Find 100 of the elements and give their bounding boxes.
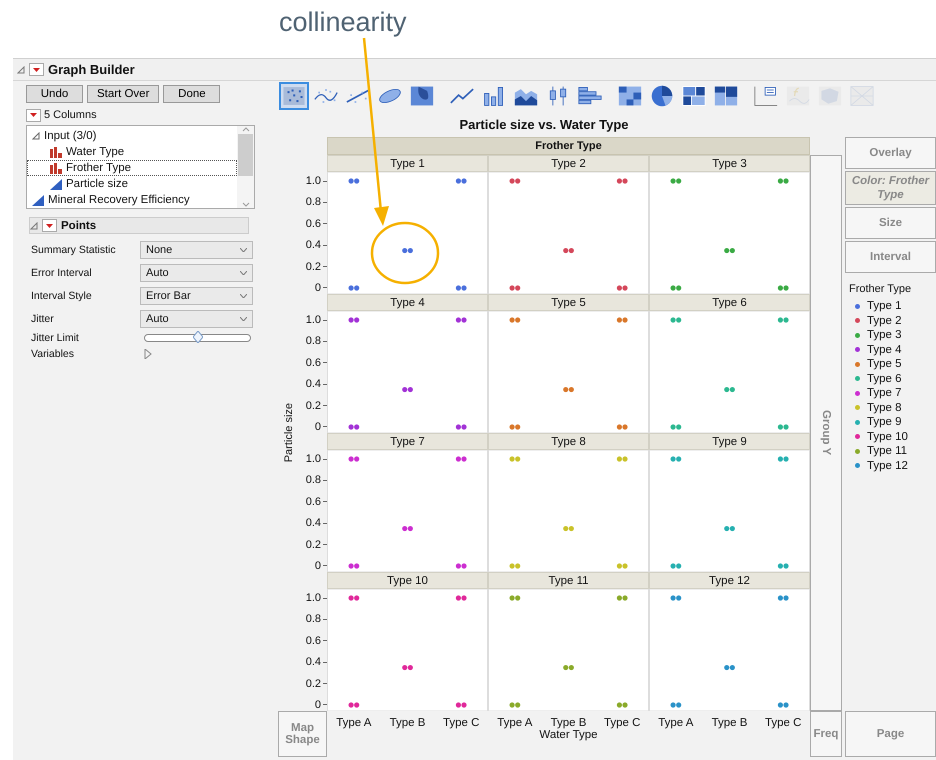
panel-strip: Type 3 bbox=[649, 155, 810, 172]
y-tick-label: 0.8 bbox=[306, 474, 327, 486]
panel-strip: Type 4 bbox=[327, 294, 488, 311]
points-icon bbox=[281, 84, 307, 108]
y-tick-label: 0.8 bbox=[306, 613, 327, 626]
column-item[interactable]: Particle size bbox=[66, 178, 128, 190]
y-tick-label: 0.6 bbox=[306, 356, 327, 369]
scroll-down-icon[interactable] bbox=[242, 202, 250, 208]
property-label: Variables bbox=[31, 348, 75, 360]
disclosure-triangle-icon[interactable] bbox=[144, 349, 152, 359]
dropdown-field[interactable]: Error Bar bbox=[140, 286, 253, 304]
legend-label: Type 9 bbox=[867, 416, 902, 428]
x-tick-label: Type A bbox=[335, 717, 372, 729]
y-tick-label: 0 bbox=[314, 282, 327, 294]
caption-icon bbox=[752, 84, 780, 108]
scrollbar[interactable] bbox=[237, 126, 254, 208]
toolbar-button[interactable]: Start Over bbox=[87, 85, 160, 103]
y-tick-label: 0.8 bbox=[306, 335, 327, 348]
parallel-icon bbox=[848, 84, 876, 108]
caret-down-icon bbox=[30, 113, 37, 117]
y-axis-title: Particle size bbox=[283, 403, 295, 463]
legend-label: Type 6 bbox=[867, 372, 902, 385]
contour-icon bbox=[408, 84, 436, 108]
x-tick-label: Type C bbox=[442, 717, 480, 729]
property-label: Jitter bbox=[31, 312, 55, 324]
legend-label: Type 1 bbox=[867, 300, 902, 312]
y-tick-label: 0 bbox=[314, 560, 327, 572]
panel-strip: Type 2 bbox=[488, 155, 649, 172]
x-tick-label: Type C bbox=[602, 717, 642, 729]
window-title: Graph Builder bbox=[48, 62, 135, 77]
panel-strip: Type 1 bbox=[327, 155, 488, 172]
column-item[interactable]: Input (3/0) bbox=[44, 130, 96, 142]
legend-label: Type 3 bbox=[867, 329, 902, 342]
disclosure-triangle-icon[interactable] bbox=[30, 222, 38, 230]
group-x-header: Frother Type bbox=[327, 137, 810, 155]
x-tick-label: Type A bbox=[657, 717, 694, 729]
toolbar-button[interactable]: Done bbox=[163, 85, 220, 103]
disclosure-triangle-icon[interactable] bbox=[17, 66, 25, 74]
column-item[interactable]: Water Type bbox=[66, 146, 124, 158]
chevron-down-icon bbox=[240, 248, 247, 252]
x-tick-label: Type C bbox=[764, 717, 802, 729]
slider-thumb[interactable] bbox=[192, 331, 202, 343]
x-tick-label: Type B bbox=[550, 717, 588, 729]
y-tick-label: 1.0 bbox=[306, 453, 327, 465]
legend-label: Type 4 bbox=[867, 344, 902, 356]
y-tick-label: 0.2 bbox=[306, 400, 327, 412]
scroll-up-icon[interactable] bbox=[242, 126, 250, 132]
y-tick-label: 0.6 bbox=[306, 496, 327, 508]
y-tick-label: 0.8 bbox=[306, 196, 327, 208]
y-tick-label: 1.0 bbox=[306, 175, 327, 187]
dropdown-field[interactable]: None bbox=[140, 240, 253, 258]
highlight-circle bbox=[370, 222, 440, 284]
y-tick-label: 1.0 bbox=[306, 592, 327, 604]
panel-strip: Type 7 bbox=[327, 433, 488, 450]
chevron-down-icon bbox=[240, 294, 247, 298]
menu-button[interactable] bbox=[26, 108, 41, 122]
y-tick-label: 0.4 bbox=[306, 239, 327, 252]
dropdown-field[interactable]: Auto bbox=[140, 264, 253, 282]
chevron-down-icon bbox=[240, 316, 247, 320]
y-tick-label: 0.4 bbox=[306, 656, 327, 668]
points-button[interactable] bbox=[279, 82, 309, 110]
panel-strip: Type 9 bbox=[649, 433, 810, 450]
y-tick-label: 1.0 bbox=[306, 314, 327, 326]
menu-button[interactable] bbox=[42, 219, 57, 232]
legend-label: Type 12 bbox=[867, 460, 908, 472]
columns-heading: 5 Columns bbox=[44, 109, 97, 121]
y-tick-label: 0 bbox=[314, 698, 327, 711]
toolbar-button[interactable]: Undo bbox=[26, 85, 83, 103]
property-label: Jitter Limit bbox=[31, 332, 80, 344]
caret-down-icon bbox=[46, 224, 53, 228]
legend-label: Type 2 bbox=[867, 314, 902, 327]
y-tick-label: 0.6 bbox=[306, 634, 327, 647]
nominal-bar-icon bbox=[50, 146, 62, 158]
heatmap-icon bbox=[616, 84, 644, 108]
continuous-triangle-icon bbox=[50, 178, 62, 190]
y-tick-label: 0.4 bbox=[306, 517, 327, 530]
y-tick-label: 0.2 bbox=[306, 678, 327, 690]
legend-title: Frother Type bbox=[849, 283, 912, 295]
slider-track[interactable] bbox=[144, 334, 251, 342]
property-label: Error Interval bbox=[31, 266, 93, 278]
panel-strip: Type 8 bbox=[488, 433, 649, 450]
map-icon bbox=[816, 84, 844, 108]
column-item[interactable]: Mineral Recovery Efficiency bbox=[48, 194, 190, 206]
legend-label: Type 7 bbox=[867, 387, 902, 400]
expand-triangle-icon[interactable] bbox=[32, 132, 40, 140]
y-tick-label: 0.2 bbox=[306, 260, 327, 273]
dropdown-field[interactable]: Auto bbox=[140, 310, 253, 328]
continuous-triangle-icon bbox=[32, 194, 44, 206]
menu-button[interactable] bbox=[29, 63, 44, 76]
graph-title: Particle size vs. Water Type bbox=[459, 116, 629, 132]
mosaic-icon bbox=[712, 84, 740, 108]
y-tick-label: 0 bbox=[314, 420, 327, 433]
panel-strip: Type 5 bbox=[488, 294, 649, 311]
property-label: Interval Style bbox=[31, 290, 93, 302]
annotation-label: collinearity bbox=[279, 9, 407, 39]
x-tick-label: Type B bbox=[388, 717, 426, 729]
y-tick-label: 0.2 bbox=[306, 538, 327, 551]
section-title: Points bbox=[61, 220, 96, 232]
panel-strip: Type 11 bbox=[488, 572, 649, 589]
x-axis-title: Water Type bbox=[539, 729, 598, 741]
